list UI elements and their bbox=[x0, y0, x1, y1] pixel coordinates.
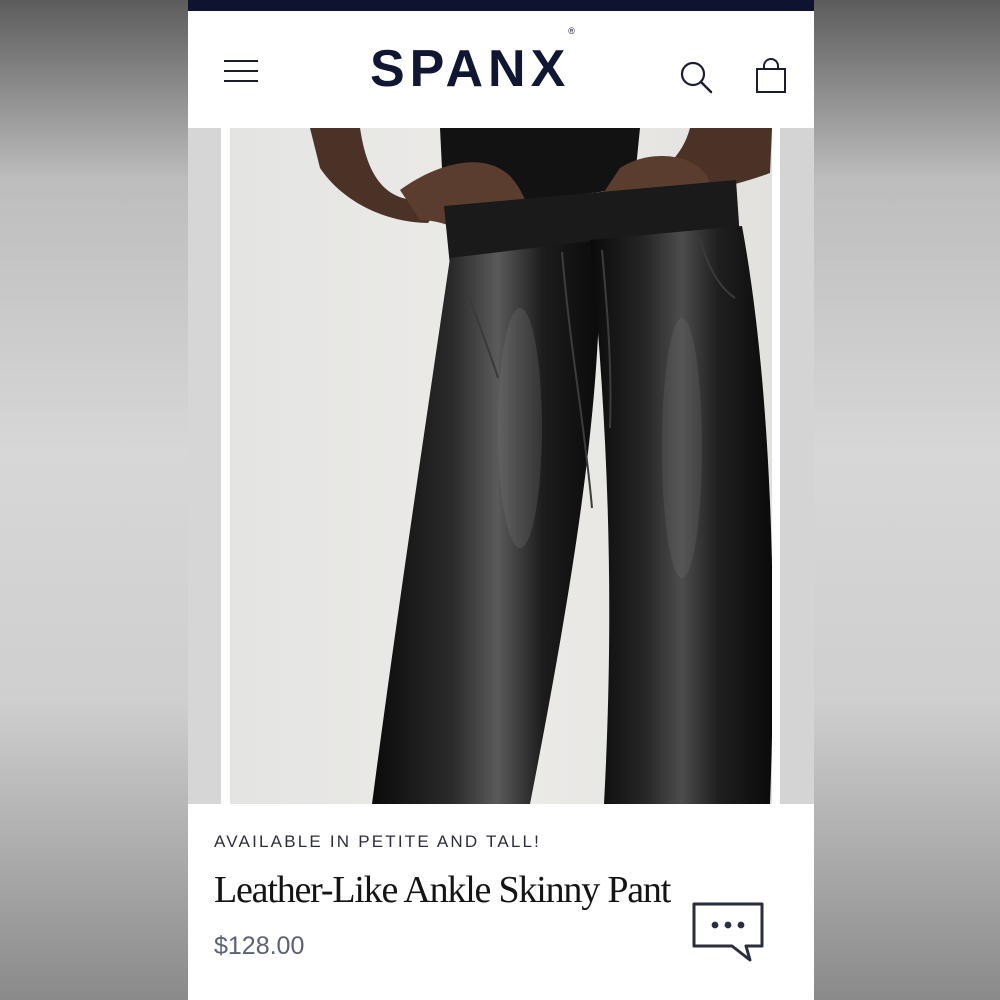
promo-label: AVAILABLE IN PETITE AND TALL! bbox=[214, 832, 542, 851]
product-photo[interactable] bbox=[230, 128, 772, 804]
product-info: AVAILABLE IN PETITE AND TALL! Leather-Li… bbox=[188, 804, 814, 1000]
menu-icon[interactable] bbox=[224, 57, 260, 87]
background-blur-left bbox=[0, 0, 188, 1000]
previous-slide-peek[interactable] bbox=[188, 128, 221, 804]
product-title: Leather-Like Ankle Skinny Pant bbox=[214, 869, 671, 911]
chat-bubble-icon[interactable] bbox=[688, 898, 768, 966]
mobile-screen: SPANX® AVAILABLE IN PETITE AND TALL! Lea… bbox=[188, 0, 814, 1000]
search-icon[interactable] bbox=[678, 59, 714, 95]
status-bar bbox=[188, 0, 814, 11]
next-slide-peek[interactable] bbox=[780, 128, 814, 804]
product-photo-illustration bbox=[310, 128, 772, 804]
background-blur-right bbox=[814, 0, 1000, 1000]
product-price: $128.00 bbox=[214, 932, 305, 960]
brand-logo[interactable]: SPANX® bbox=[370, 26, 582, 99]
site-header: SPANX® bbox=[188, 11, 814, 128]
product-image-carousel[interactable] bbox=[188, 128, 814, 804]
shopping-bag-icon[interactable] bbox=[754, 57, 788, 95]
